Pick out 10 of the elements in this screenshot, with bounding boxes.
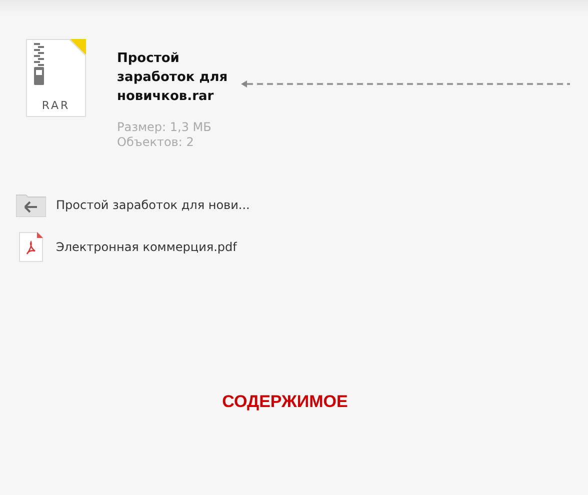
- file-name[interactable]: Электронная коммерция.pdf: [56, 240, 237, 254]
- pdf-file-icon: [16, 232, 46, 262]
- archive-size: Размер: 1,3 МБ: [117, 120, 212, 135]
- archive-file-icon: [26, 39, 86, 117]
- archive-object-count: Объектов: 2: [117, 135, 195, 150]
- file-type-label: RAR: [40, 99, 72, 112]
- archive-name: Простой заработок для новичков.rar: [117, 50, 229, 106]
- back-folder-icon[interactable]: [16, 193, 46, 217]
- file-name[interactable]: Простой заработок для нови...: [56, 198, 250, 212]
- contents-caption: СОДЕРЖИМОЕ: [221, 392, 349, 412]
